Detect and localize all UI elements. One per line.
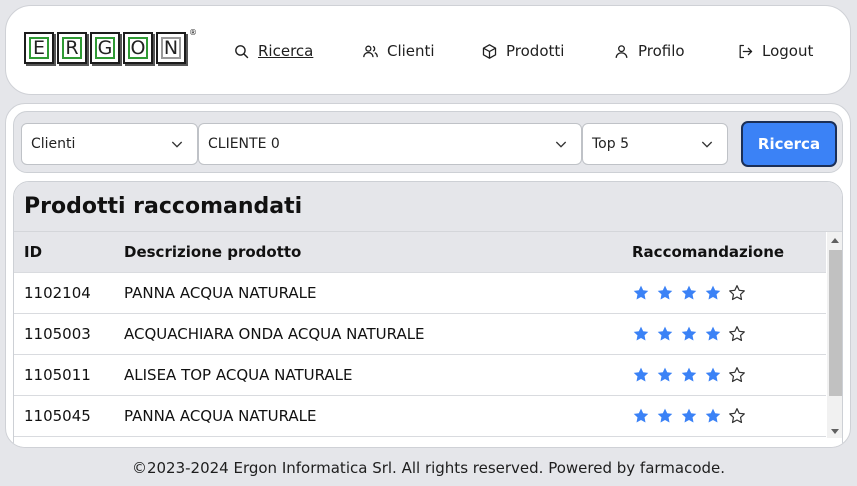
star-filled-icon (705, 285, 721, 300)
chevron-down-icon (555, 141, 567, 148)
table-row[interactable]: 1105011 ALISEA TOP ACQUA NATURALE (14, 355, 826, 396)
recommendation-rating (632, 396, 746, 436)
filter-bar: Clienti CLIENTE 0 Top 5 Ricerca (13, 111, 843, 173)
recommendation-rating (632, 273, 746, 313)
nav-profile[interactable]: Profilo (613, 6, 685, 96)
star-filled-icon (657, 408, 673, 423)
main-panel: Clienti CLIENTE 0 Top 5 Ricerca Prodotti… (5, 103, 851, 448)
table-row[interactable]: 1105003 ACQUACHIARA ONDA ACQUA NATURALE (14, 314, 826, 355)
logo-letter: G (90, 32, 120, 64)
star-filled-icon (657, 285, 673, 300)
nav-products-label: Prodotti (506, 42, 565, 60)
star-filled-icon (681, 285, 697, 300)
product-description: PANNA ACQUA NATURALE (124, 407, 317, 425)
star-filled-icon (633, 285, 649, 300)
chevron-down-icon (171, 141, 183, 148)
column-header-id[interactable]: ID (24, 232, 42, 272)
star-empty-icon (729, 285, 745, 301)
footer-copyright: ©2023-2024 Ergon Informatica Srl. All ri… (131, 459, 726, 477)
logo-letter: N (156, 32, 186, 64)
product-id: 1102104 (24, 284, 91, 302)
client-select[interactable]: CLIENTE 0 (198, 123, 582, 165)
recommendation-rating (632, 314, 746, 354)
search-icon (235, 44, 249, 58)
table-scrollbar[interactable] (827, 232, 842, 438)
product-description: ACQUACHIARA ONDA ACQUA NATURALE (124, 325, 425, 343)
recommendation-rating (632, 355, 746, 395)
column-header-recommendation[interactable]: Raccomandazione (632, 232, 784, 272)
nav-logout-label: Logout (762, 42, 814, 60)
logo-letter: E (24, 32, 54, 64)
filter-type-select[interactable]: Clienti (21, 123, 198, 165)
nav-logout[interactable]: Logout (737, 6, 813, 96)
star-filled-icon (633, 408, 649, 423)
client-value: CLIENTE 0 (208, 136, 280, 152)
box-icon (482, 43, 497, 59)
filter-type-value: Clienti (31, 136, 76, 152)
star-empty-icon (729, 408, 745, 424)
top-value: Top 5 (592, 136, 629, 152)
scroll-up-arrow[interactable] (831, 238, 839, 243)
nav-search-label: Ricerca (258, 42, 314, 60)
registered-mark: ® (189, 28, 197, 37)
star-empty-icon (729, 326, 745, 342)
nav-clients-label: Clienti (387, 42, 435, 60)
recommended-products-card: Prodotti raccomandati ID Descrizione pro… (13, 181, 843, 447)
products-table: ID Descrizione prodotto Raccomandazione … (14, 232, 826, 437)
user-icon (615, 44, 628, 58)
star-filled-icon (633, 367, 649, 382)
nav-products[interactable]: Prodotti (481, 6, 564, 96)
top-select[interactable]: Top 5 (582, 123, 728, 165)
product-id: 1105011 (24, 366, 91, 384)
table-row[interactable]: 1102104 PANNA ACQUA NATURALE (14, 273, 826, 314)
nav-search[interactable]: Ricerca (233, 6, 313, 96)
product-description: ALISEA TOP ACQUA NATURALE (124, 366, 353, 384)
logo-letter: O (123, 32, 153, 64)
search-button[interactable]: Ricerca (741, 121, 837, 167)
logo-letter: R (57, 32, 87, 64)
scroll-down-arrow[interactable] (831, 429, 839, 434)
star-filled-icon (681, 326, 697, 341)
nav-profile-label: Profilo (638, 42, 685, 60)
star-filled-icon (705, 408, 721, 423)
product-id: 1105045 (24, 407, 91, 425)
card-title: Prodotti raccomandati (24, 194, 303, 219)
nav-clients[interactable]: Clienti (362, 6, 435, 96)
product-id: 1105003 (24, 325, 91, 343)
star-filled-icon (705, 326, 721, 341)
top-navbar: E R G O N ® Ricerca Clienti Prodotti Pro… (5, 5, 851, 95)
star-filled-icon (681, 367, 697, 382)
star-filled-icon (657, 367, 673, 382)
star-filled-icon (657, 326, 673, 341)
scrollbar-thumb[interactable] (829, 250, 842, 396)
table-body: 1102104 PANNA ACQUA NATURALE 1105003 ACQUAC… (14, 273, 826, 437)
table-header-row: ID Descrizione prodotto Raccomandazione (14, 232, 826, 273)
star-empty-icon (729, 367, 745, 383)
card-header: Prodotti raccomandati (14, 182, 842, 232)
column-header-description[interactable]: Descrizione prodotto (124, 232, 301, 272)
star-filled-icon (705, 367, 721, 382)
chevron-down-icon (701, 141, 713, 148)
ergon-logo[interactable]: E R G O N ® (24, 28, 197, 64)
users-icon (363, 45, 378, 57)
star-filled-icon (633, 326, 649, 341)
table-row[interactable]: 1105045 PANNA ACQUA NATURALE (14, 396, 826, 437)
product-description: PANNA ACQUA NATURALE (124, 284, 317, 302)
logout-icon (739, 44, 753, 58)
star-filled-icon (681, 408, 697, 423)
